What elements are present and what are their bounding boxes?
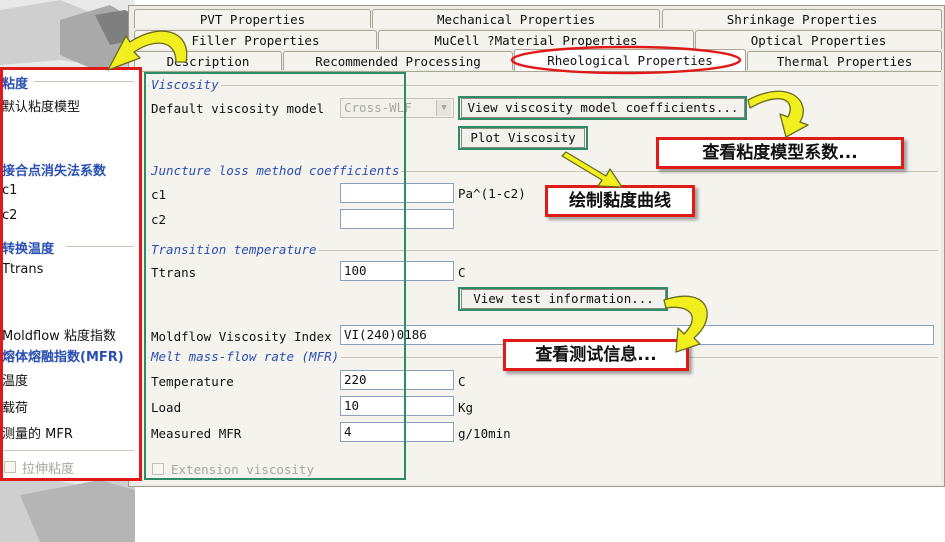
arrow-to-view-coeff-callout-icon	[747, 90, 809, 138]
arrow-to-plot-callout-icon	[561, 151, 623, 188]
annotation-arrows	[107, 30, 809, 353]
arrow-to-test-info-callout-icon	[663, 295, 708, 353]
arrow-to-left-panel-icon	[107, 30, 188, 71]
